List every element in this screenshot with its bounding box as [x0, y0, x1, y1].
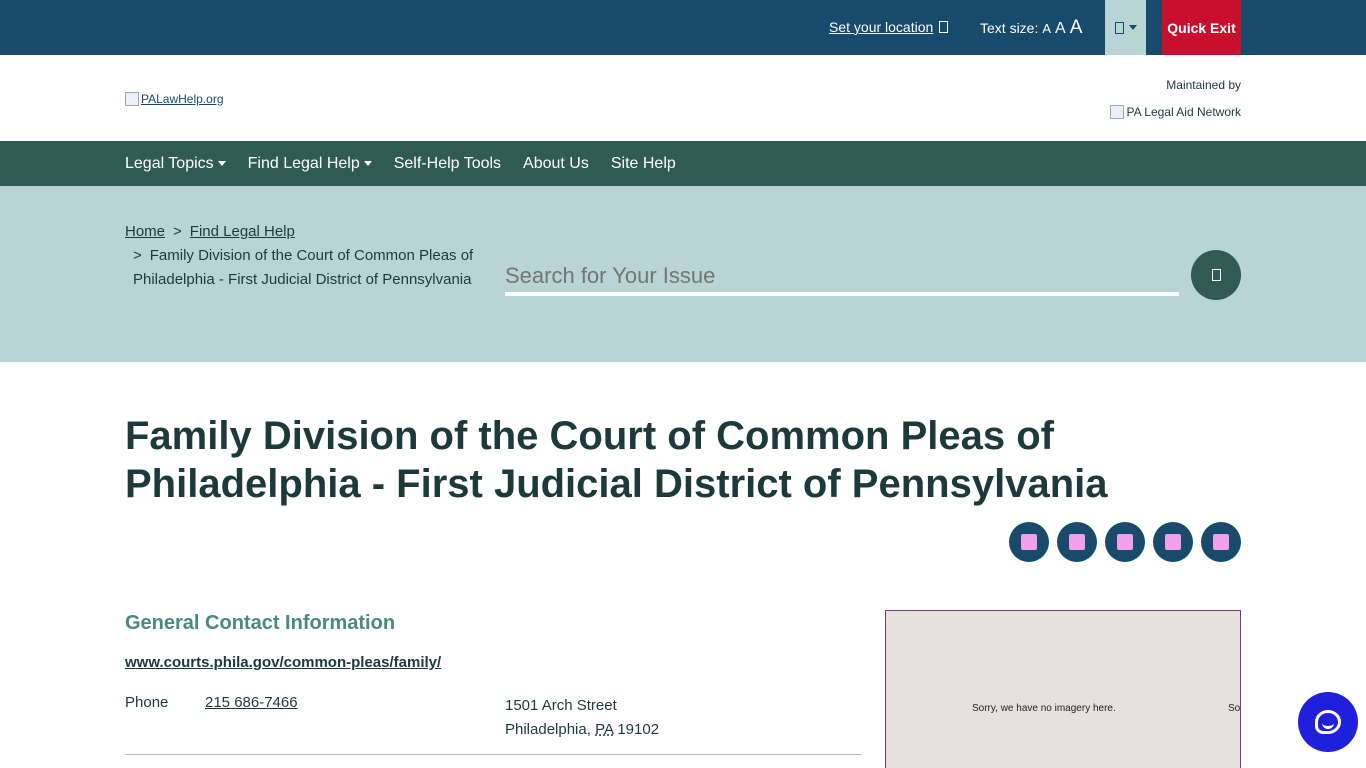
chevron-down-icon — [217, 161, 226, 166]
page-title: Family Division of the Court of Common P… — [125, 414, 1108, 506]
nav-item-about-us[interactable]: About Us — [523, 155, 589, 173]
set-location-label: Set your location — [829, 19, 934, 35]
print-button[interactable] — [1201, 522, 1241, 562]
nav-item-label: Self-Help Tools — [393, 154, 502, 172]
section-divider — [125, 754, 861, 755]
broken-image-icon — [1110, 105, 1125, 119]
chat-bubble-icon — [1315, 710, 1341, 734]
breadcrumb-home-link[interactable]: Home — [125, 223, 165, 240]
text-size-large-button[interactable]: A — [1070, 17, 1083, 39]
nav-item-label: About Us — [523, 154, 589, 172]
phone-label: Phone — [125, 694, 169, 711]
location-map[interactable]: Sorry, we have no imagery here. So — [885, 610, 1241, 768]
phone-link[interactable]: 215 686-7466 — [205, 694, 298, 711]
breadcrumb-find-legal-help-link[interactable]: Find Legal Help — [190, 223, 295, 240]
chevron-down-icon — [363, 161, 372, 166]
utility-bar: Set your location Text size: A A A Quick… — [0, 0, 1366, 55]
breadcrumb-separator: > — [133, 247, 142, 264]
contact-heading: General Contact Information — [125, 612, 396, 634]
location-pin-icon — [939, 21, 949, 33]
breadcrumb-current-label: Family Division of the Court of Common P… — [133, 247, 474, 288]
main-nav: Legal Topics Find Legal Help Self-Help T… — [0, 141, 1366, 186]
chat-widget-button[interactable] — [1298, 692, 1358, 752]
linkedin-icon — [1117, 534, 1133, 550]
nav-item-find-legal-help[interactable]: Find Legal Help — [248, 155, 372, 173]
site-logo-alt: PALawHelp.org — [141, 92, 224, 106]
map-no-imagery-message-cut: So — [1228, 703, 1241, 714]
breadcrumb: Home > Find Legal Help > Family Division of… — [125, 220, 485, 292]
text-size-label: Text size: — [980, 20, 1039, 36]
share-linkedin-button[interactable] — [1105, 522, 1145, 562]
search-input[interactable] — [505, 260, 1179, 296]
website-link[interactable]: www.courts.phila.gov/common-pleas/family… — [125, 654, 441, 671]
address-state: PA — [595, 721, 614, 738]
breadcrumb-current: > Family Division of the Court of Common … — [125, 244, 485, 292]
nav-item-label: Find Legal Help — [247, 154, 360, 172]
search-icon — [1211, 269, 1221, 281]
share-buttons — [1009, 522, 1241, 562]
broken-image-icon — [125, 92, 139, 106]
site-logo-link[interactable]: PALawHelp.org — [125, 92, 224, 106]
network-logo-alt: PA Legal Aid Network — [1126, 105, 1241, 119]
search-button[interactable] — [1191, 250, 1241, 300]
share-facebook-button[interactable] — [1009, 522, 1049, 562]
chevron-down-icon — [1128, 25, 1137, 30]
share-twitter-button[interactable] — [1057, 522, 1097, 562]
nav-item-label: Legal Topics — [125, 154, 214, 172]
network-logo-link[interactable]: PA Legal Aid Network — [1110, 105, 1241, 119]
map-no-imagery-message: Sorry, we have no imagery here. — [972, 703, 1116, 714]
globe-icon — [1114, 21, 1124, 34]
text-size-medium-button[interactable]: A — [1055, 20, 1066, 38]
nav-item-self-help-tools[interactable]: Self-Help Tools — [394, 155, 501, 173]
address-city: Philadelphia, — [505, 721, 591, 738]
nav-item-site-help[interactable]: Site Help — [611, 155, 676, 173]
language-dropdown[interactable] — [1105, 0, 1146, 55]
search-band: Home > Find Legal Help > Family Division of… — [0, 186, 1366, 362]
site-header: PALawHelp.org Maintained by PA Legal Aid… — [0, 55, 1366, 141]
breadcrumb-separator: > — [173, 223, 182, 240]
set-location-link[interactable]: Set your location — [829, 19, 949, 35]
address-zip: 19102 — [617, 721, 660, 738]
text-size-small-button[interactable]: A — [1042, 21, 1051, 36]
address-line1: 1501 Arch Street — [505, 697, 617, 714]
maintained-by-label: Maintained by — [1166, 78, 1241, 92]
facebook-icon — [1021, 534, 1037, 550]
nav-item-legal-topics[interactable]: Legal Topics — [125, 155, 226, 173]
twitter-icon — [1069, 534, 1085, 550]
nav-item-label: Site Help — [610, 154, 676, 172]
quick-exit-button[interactable]: Quick Exit — [1162, 0, 1241, 55]
print-icon — [1213, 534, 1229, 550]
address-city-line: Philadelphia, PA 19102 — [505, 718, 659, 742]
email-icon — [1165, 534, 1181, 550]
text-size-control: Text size: A A A — [980, 17, 1082, 39]
address: 1501 Arch Street Philadelphia, PA 19102 — [505, 694, 659, 742]
share-email-button[interactable] — [1153, 522, 1193, 562]
